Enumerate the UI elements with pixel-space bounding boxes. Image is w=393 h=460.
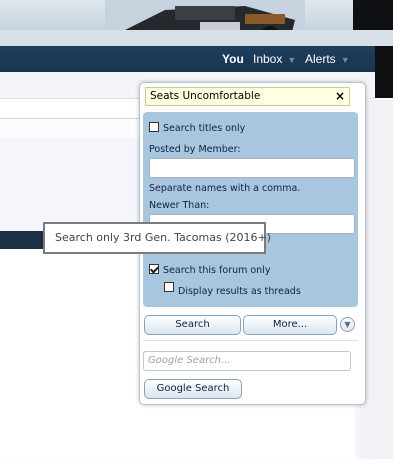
separate-names-hint: Separate names with a comma. [149,183,301,194]
nav-alerts-label: Alerts [305,52,336,66]
nav-inbox-label: Inbox [253,52,283,66]
search-button[interactable]: Search [144,315,241,335]
triangle-down-icon: ▼ [340,55,350,65]
more-button[interactable]: More... [243,315,337,335]
close-icon[interactable]: × [335,89,345,103]
titles-only-label: Search titles only [163,123,246,134]
chevron-down-icon[interactable]: ▼ [340,317,355,332]
this-forum-only-checkbox[interactable] [149,264,159,274]
google-search-button[interactable]: Google Search [144,379,242,399]
this-forum-only-label: Search this forum only [163,265,271,276]
nav-inbox[interactable]: Inbox ▼ [253,52,296,66]
header-banner [0,0,393,48]
nav-you[interactable]: You [222,52,244,66]
newer-than-label: Newer Than: [149,200,210,211]
titles-only-checkbox[interactable] [149,122,159,132]
display-threads-checkbox[interactable] [164,282,174,292]
google-search-input[interactable]: Google Search... [143,351,351,371]
popup-divider [143,340,358,341]
posted-by-label: Posted by Member: [149,144,241,155]
search-query-input[interactable]: Seats Uncomfortable [145,87,350,106]
posted-by-member-field[interactable] [149,158,355,178]
tooltip: Search only 3rd Gen. Tacomas (2016+) [43,222,271,254]
display-threads-label: Display results as threads [178,286,301,297]
nav-alerts[interactable]: Alerts ▼ [305,52,350,66]
triangle-down-icon: ▼ [287,55,297,65]
